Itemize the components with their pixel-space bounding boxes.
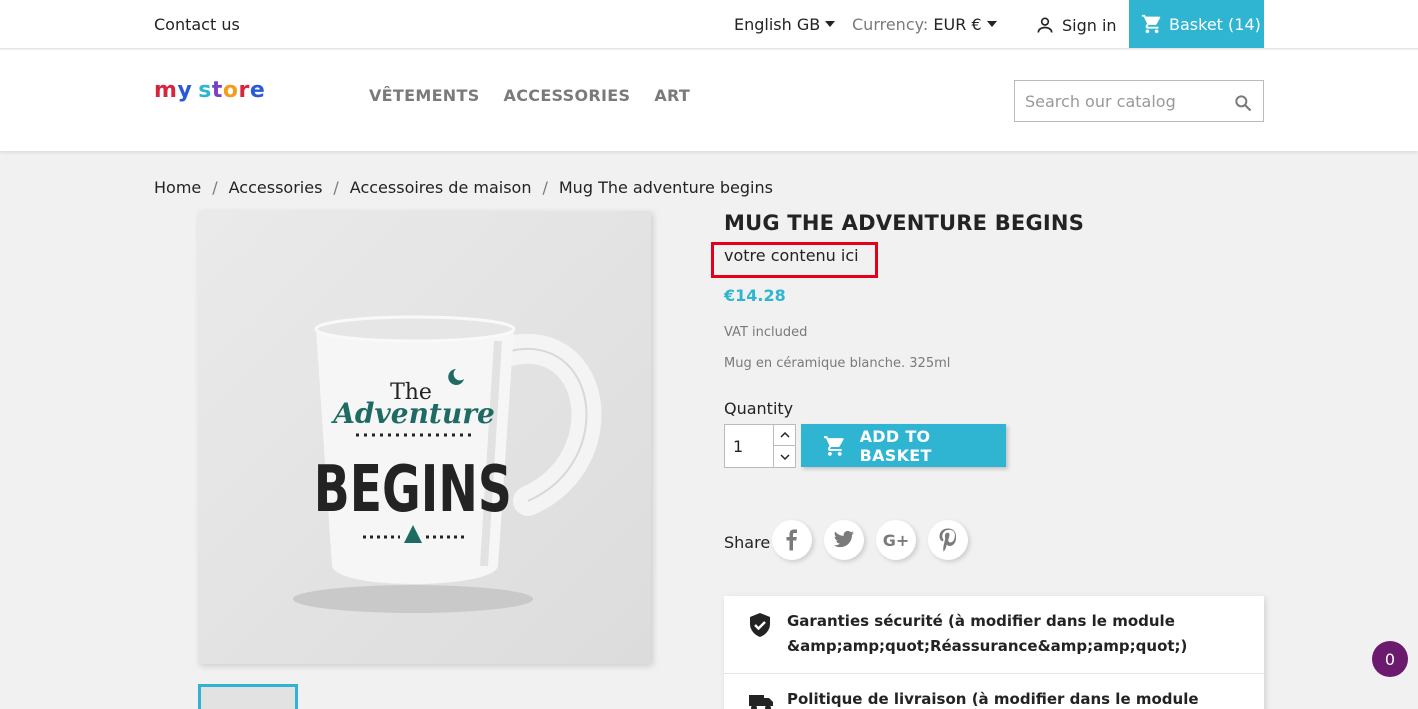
google-plus-icon: G+ xyxy=(882,530,910,550)
facebook-icon xyxy=(786,529,797,551)
product-title: MUG THE ADVENTURE BEGINS xyxy=(724,211,1085,235)
language-label: English GB xyxy=(734,15,821,34)
breadcrumb-separator: / xyxy=(212,178,218,197)
mug-text-adventure: Adventure xyxy=(330,397,495,430)
quantity-decrease-button[interactable] xyxy=(773,446,795,467)
floating-counter-badge[interactable]: 0 xyxy=(1372,641,1408,677)
mug-illustration: The Adventure BEGINS xyxy=(293,315,602,613)
share-twitter-button[interactable] xyxy=(824,520,864,560)
add-to-basket-button[interactable]: ADD TO BASKET xyxy=(801,424,1006,467)
breadcrumb-separator: / xyxy=(333,178,339,197)
nav-item-vetements[interactable]: VÊTEMENTS xyxy=(369,86,480,105)
reassurance-item: Politique de livraison (à modifier dans … xyxy=(724,674,1264,709)
product-image[interactable]: The Adventure BEGINS xyxy=(198,211,651,664)
breadcrumb-accessoires-de-maison[interactable]: Accessoires de maison xyxy=(350,178,532,197)
chevron-up-icon xyxy=(779,431,790,438)
truck-icon xyxy=(749,695,773,709)
breadcrumb-separator: / xyxy=(542,178,548,197)
header: my store VÊTEMENTS ACCESSORIES ART xyxy=(0,50,1418,151)
chevron-down-icon xyxy=(779,453,790,460)
highlight-box xyxy=(711,242,878,278)
quantity-input[interactable] xyxy=(725,425,773,467)
cart-icon xyxy=(823,435,844,456)
contact-us-link[interactable]: Contact us xyxy=(154,15,240,34)
quantity-stepper xyxy=(724,424,796,468)
breadcrumb-accessories[interactable]: Accessories xyxy=(229,178,323,197)
quantity-label: Quantity xyxy=(724,399,794,418)
nav-item-accessories[interactable]: ACCESSORIES xyxy=(504,86,631,105)
sign-in-label: Sign in xyxy=(1062,15,1117,35)
breadcrumb-home[interactable]: Home xyxy=(154,178,201,197)
basket-button[interactable]: Basket (14) xyxy=(1129,0,1264,48)
chevron-down-icon xyxy=(825,21,836,27)
store-logo[interactable]: my store xyxy=(154,78,265,103)
basket-label: Basket (14) xyxy=(1169,14,1261,34)
top-bar: Contact us English GB Currency: EUR € Si… xyxy=(0,0,1418,49)
cart-icon xyxy=(1141,14,1161,34)
quantity-increase-button[interactable] xyxy=(773,425,795,446)
product-short-description: Mug en céramique blanche. 325ml xyxy=(724,356,951,371)
add-to-basket-label: ADD TO BASKET xyxy=(859,426,932,465)
breadcrumb: Home / Accessories / Accessoires de mais… xyxy=(154,178,773,197)
reassurance-text: Garanties sécurité (à modifier dans le m… xyxy=(787,612,1188,655)
language-selector[interactable]: English GB xyxy=(734,15,836,34)
twitter-icon xyxy=(833,530,855,548)
main-nav: VÊTEMENTS ACCESSORIES ART xyxy=(369,86,690,105)
share-label: Share xyxy=(724,533,771,552)
currency-selector[interactable]: Currency: EUR € xyxy=(852,15,997,34)
product-price: €14.28 xyxy=(724,286,786,305)
currency-label: Currency: xyxy=(852,15,929,34)
search-box xyxy=(1014,80,1264,122)
reassurance-item: Garanties sécurité (à modifier dans le m… xyxy=(724,596,1264,674)
breadcrumb-current: Mug The adventure begins xyxy=(558,178,773,197)
share-facebook-button[interactable] xyxy=(772,520,812,560)
mug-text-begins: BEGINS xyxy=(314,452,512,526)
sign-in-link[interactable]: Sign in xyxy=(1035,15,1117,35)
pinterest-icon xyxy=(939,528,957,552)
currency-value: EUR € xyxy=(933,15,982,34)
user-icon xyxy=(1037,17,1053,33)
vat-label: VAT included xyxy=(724,325,808,340)
chevron-down-icon xyxy=(986,21,997,27)
reassurance-text: Politique de livraison (à modifier dans … xyxy=(787,690,1199,708)
share-google-plus-button[interactable]: G+ xyxy=(876,520,916,560)
search-input[interactable] xyxy=(1015,81,1225,121)
shield-check-icon xyxy=(750,613,770,637)
search-icon[interactable] xyxy=(1233,93,1253,113)
reassurance-block: Garanties sécurité (à modifier dans le m… xyxy=(724,596,1264,709)
share-pinterest-button[interactable] xyxy=(928,520,968,560)
product-thumbnail[interactable] xyxy=(198,684,298,709)
nav-item-art[interactable]: ART xyxy=(654,86,690,105)
